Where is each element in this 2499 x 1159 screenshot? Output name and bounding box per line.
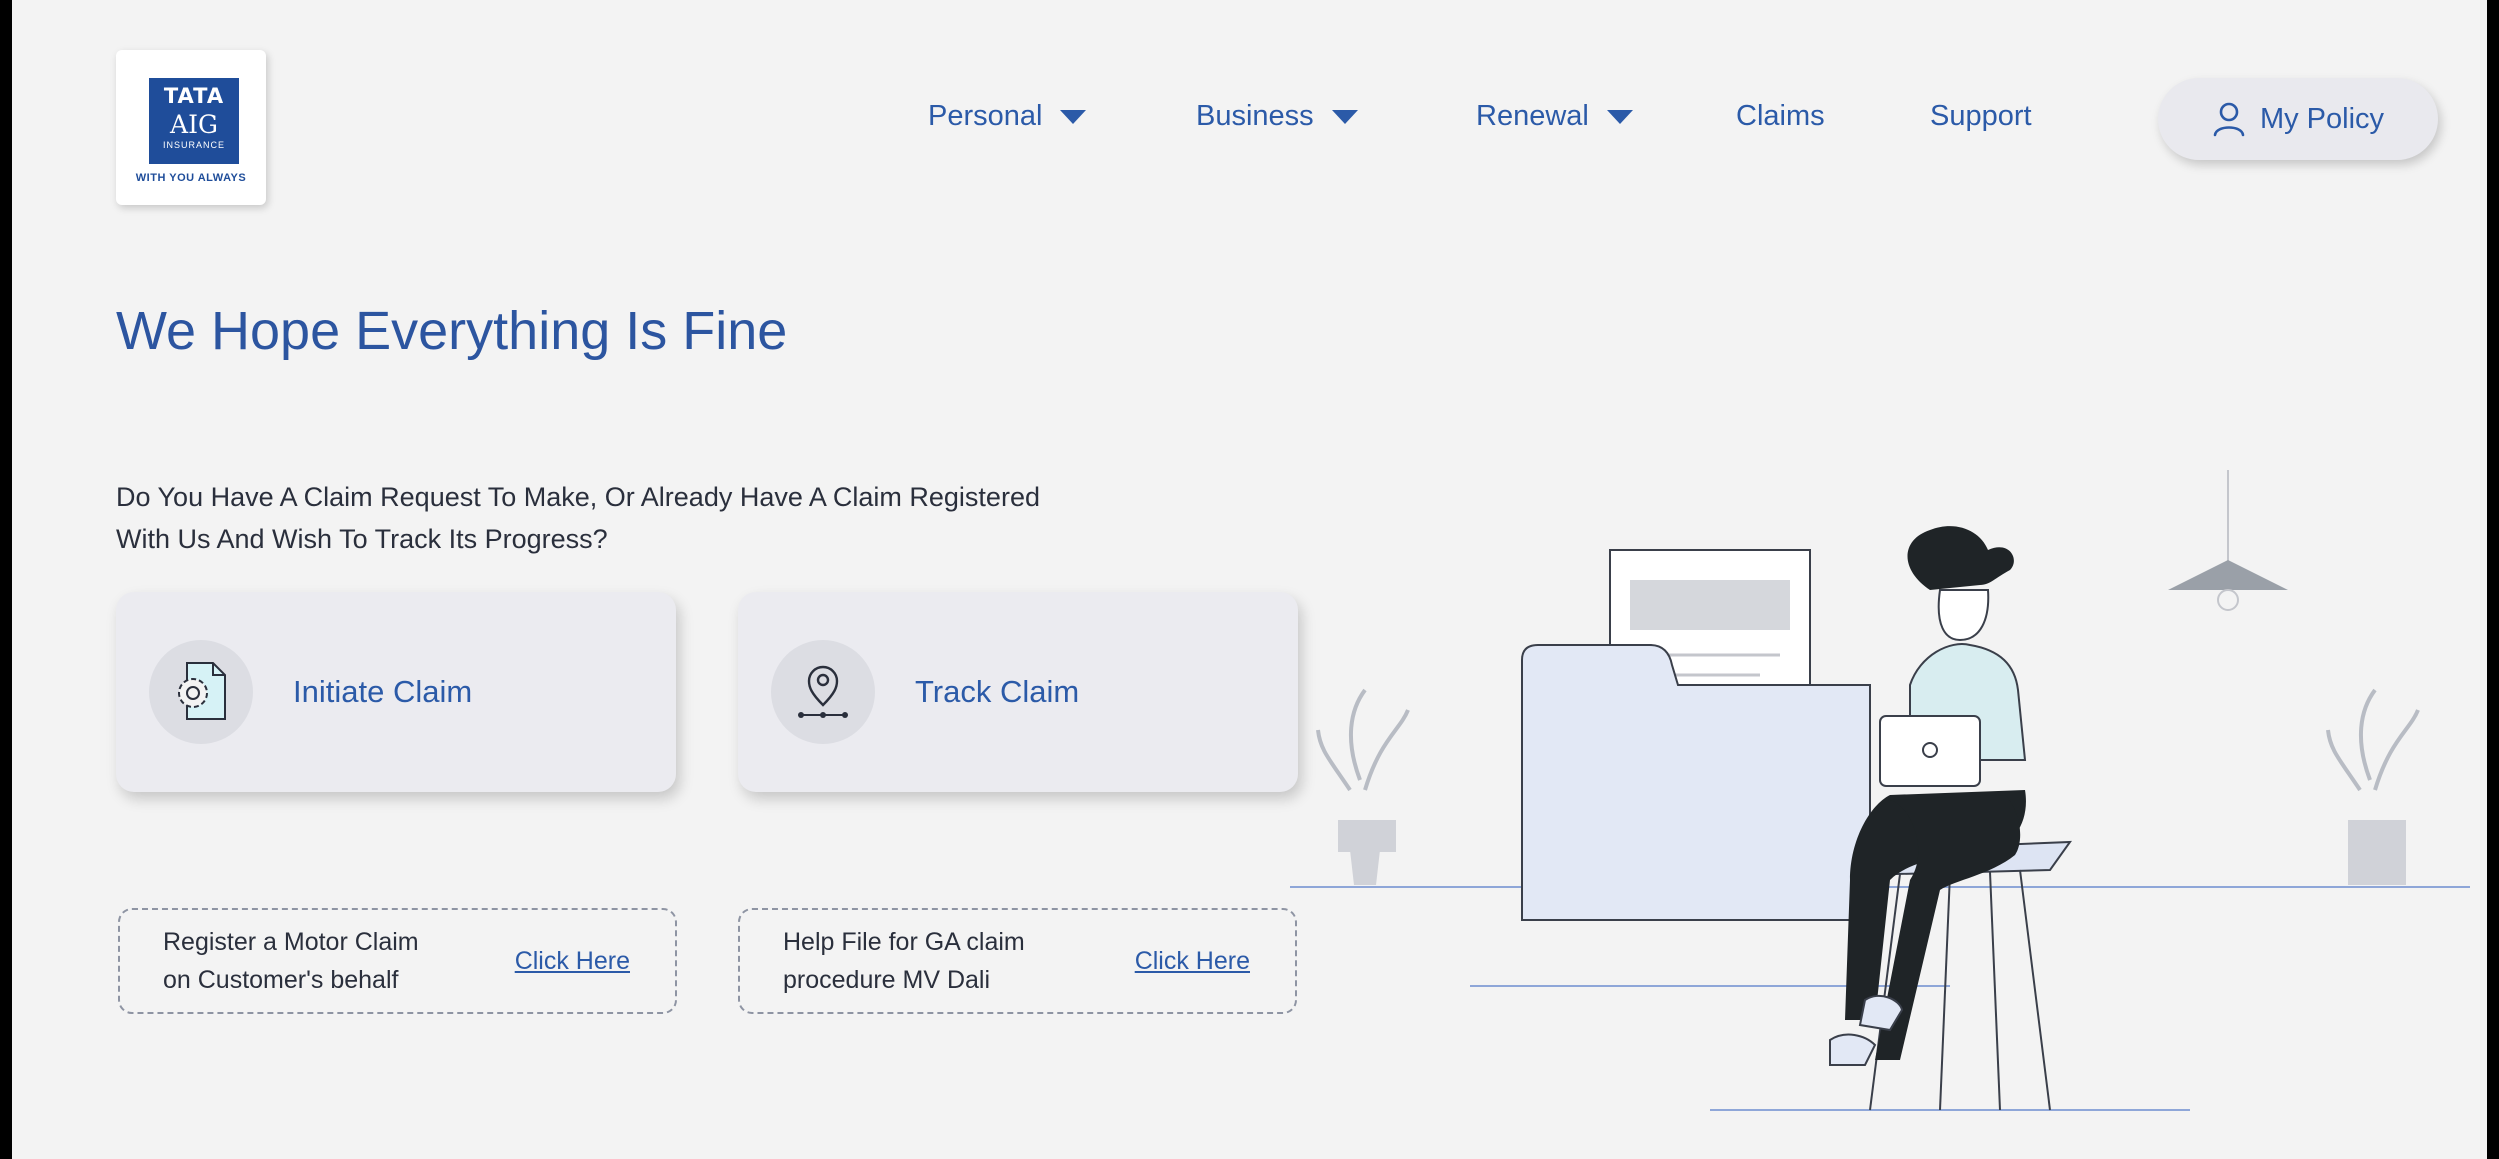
register-motor-claim-box: Register a Motor Claim on Customer's beh… [118, 908, 677, 1014]
location-pin-icon [798, 665, 848, 718]
nav-personal-label: Personal [928, 100, 1043, 132]
tata-aig-logo[interactable]: TATA AIG INSURANCE WITH YOU ALWAYS [116, 50, 266, 205]
track-claim-label: Track Claim [915, 674, 1080, 709]
nav-personal[interactable]: Personal [928, 100, 1087, 133]
logo-line-3: INSURANCE [162, 140, 225, 150]
nav-support-label: Support [1930, 100, 2032, 132]
ga-claim-help-line-2: procedure MV Dali [783, 966, 991, 994]
ga-claim-help-line-1: Help File for GA claim [783, 928, 1025, 956]
nav-support[interactable]: Support [1930, 100, 2032, 133]
track-claim-card[interactable]: Track Claim [738, 592, 1298, 792]
claim-question-line-1: Do You Have A Claim Request To Make, Or … [116, 482, 1040, 512]
nav-business[interactable]: Business [1196, 100, 1358, 133]
register-motor-claim-text: Register a Motor Claim on Customer's beh… [163, 923, 423, 999]
left-edge [0, 0, 12, 1159]
initiate-claim-label: Initiate Claim [293, 674, 473, 709]
logo-line-1: TATA [163, 84, 225, 108]
register-motor-claim-line-1: Register a Motor Claim [163, 928, 419, 956]
ga-claim-help-text: Help File for GA claim procedure MV Dali [783, 923, 1043, 999]
user-icon [2213, 102, 2245, 137]
logo-mark: TATA AIG INSURANCE [149, 78, 239, 164]
logo-tagline: WITH YOU ALWAYS [135, 172, 247, 184]
nav-renewal[interactable]: Renewal [1476, 100, 1633, 133]
caret-down-icon [1606, 109, 1633, 124]
nav-claims[interactable]: Claims [1736, 100, 1825, 133]
claim-question-line-2: With Us And Wish To Track Its Progress? [116, 524, 608, 554]
register-motor-claim-line-2: on Customer's behalf [163, 966, 399, 994]
document-gear-icon [178, 662, 226, 720]
ga-claim-help-box: Help File for GA claim procedure MV Dali… [738, 908, 1297, 1014]
caret-down-icon [1331, 109, 1358, 124]
my-policy-label: My Policy [2259, 102, 2385, 135]
nav-renewal-label: Renewal [1476, 100, 1589, 132]
nav-business-label: Business [1196, 100, 1314, 132]
nav-claims-label: Claims [1736, 100, 1825, 132]
logo-line-2: AIG [170, 110, 218, 139]
claim-question: Do You Have A Claim Request To Make, Or … [116, 476, 1316, 560]
initiate-claim-card[interactable]: Initiate Claim [116, 592, 676, 792]
my-policy-button[interactable]: My Policy [2158, 78, 2438, 160]
page-title: We Hope Everything Is Fine [116, 301, 788, 361]
caret-down-icon [1060, 109, 1087, 124]
register-motor-claim-link[interactable]: Click Here [515, 947, 630, 976]
woman-with-laptop-illustration [1290, 470, 2470, 1111]
initiate-claim-icon-wrap [149, 640, 253, 744]
track-claim-icon-wrap [771, 640, 875, 744]
ga-claim-help-link[interactable]: Click Here [1135, 947, 1250, 976]
